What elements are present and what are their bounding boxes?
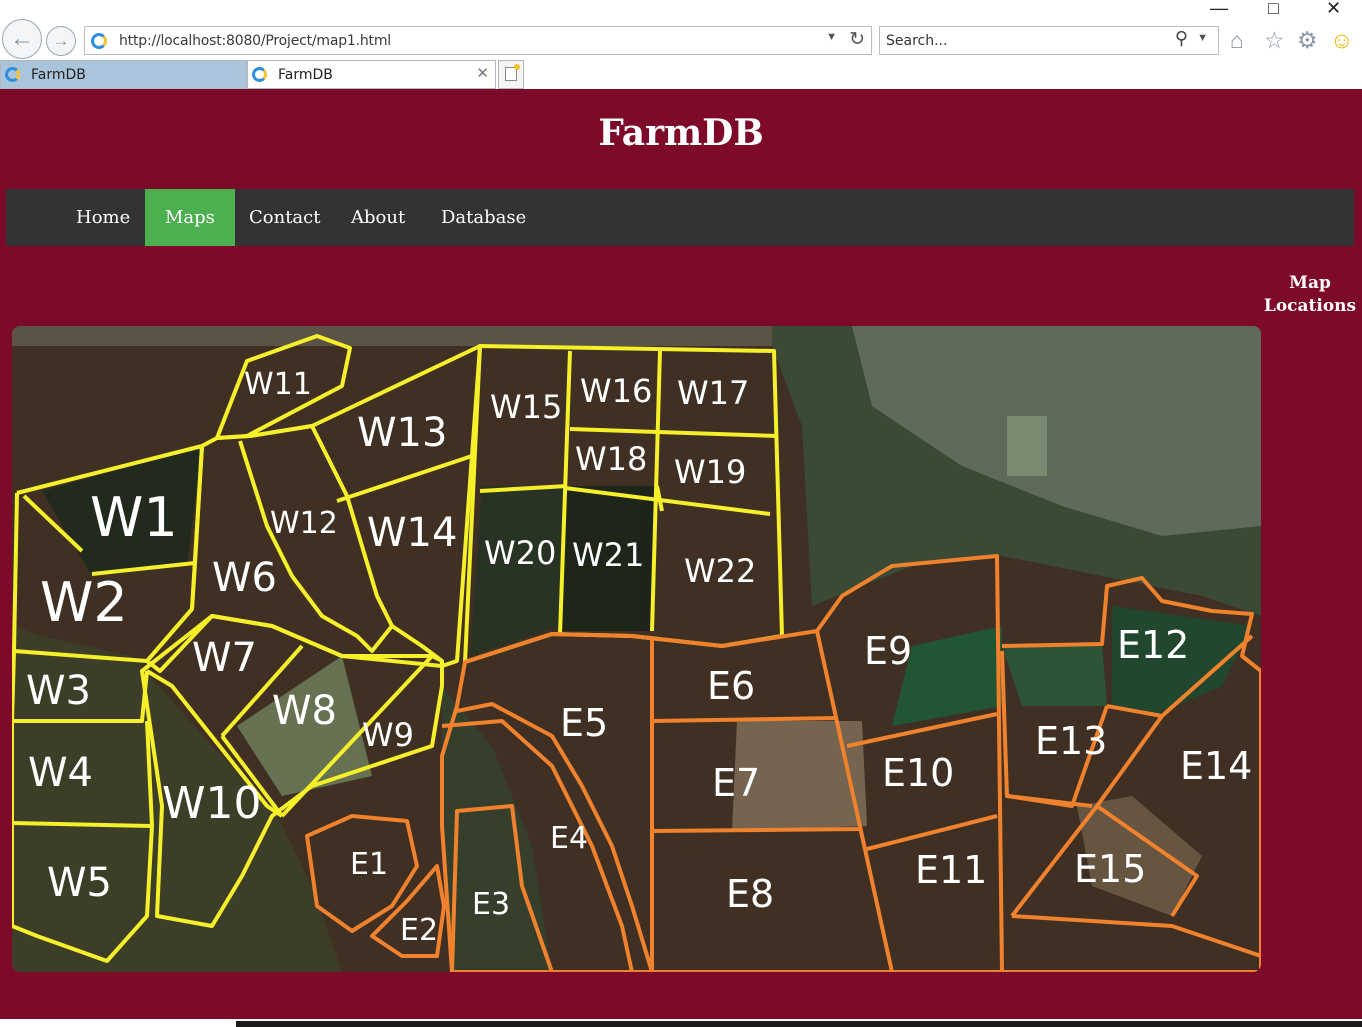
smiley-icon[interactable]: ☺ [1330, 26, 1353, 54]
plot-label[interactable]: W18 [575, 440, 647, 478]
plot-label[interactable]: W19 [674, 453, 746, 491]
maximize-button[interactable]: □ [1268, 0, 1279, 19]
plot-label[interactable]: E10 [882, 751, 954, 795]
star-icon[interactable]: ☆ [1264, 26, 1285, 54]
plot-label[interactable]: W2 [40, 571, 128, 634]
tab-label: FarmDB [31, 67, 86, 83]
plot-label[interactable]: E2 [400, 913, 438, 948]
plot-label[interactable]: W11 [244, 367, 312, 402]
browser-tab[interactable]: FarmDB [0, 60, 247, 89]
plot-label[interactable]: W3 [26, 668, 91, 714]
arrow-right-icon: → [52, 31, 70, 50]
farm-map-svg: W1 W2 W3 W4 W5 W6 W7 W8 W9 W10 W11 W12 W… [12, 326, 1261, 972]
address-bar[interactable]: http://localhost:8080/Project/map1.html … [84, 26, 872, 55]
search-box[interactable]: ⚲ ▼ [879, 26, 1219, 55]
plot-label[interactable]: W10 [162, 778, 262, 829]
plot-label[interactable]: E3 [472, 887, 510, 922]
close-window-button[interactable]: ✕ [1326, 0, 1341, 19]
tab-strip: FarmDB FarmDB ✕ [0, 60, 1362, 89]
plot-label[interactable]: W5 [47, 860, 112, 906]
plot-label[interactable]: W12 [270, 506, 338, 541]
search-icon[interactable]: ⚲ [1175, 28, 1188, 49]
plot-label[interactable]: E7 [712, 761, 760, 805]
plot-label[interactable]: E12 [1117, 623, 1189, 667]
plot-label[interactable]: W8 [272, 688, 337, 734]
new-tab-icon [505, 64, 520, 81]
plot-label[interactable]: E6 [707, 664, 755, 708]
minimize-button[interactable]: — [1210, 0, 1228, 19]
new-tab-button[interactable] [498, 60, 524, 89]
plot-label[interactable]: E11 [915, 848, 987, 892]
plot-label[interactable]: E4 [550, 821, 588, 856]
forward-button[interactable]: → [46, 26, 76, 56]
plot-label[interactable]: E13 [1035, 719, 1107, 763]
ie-icon [5, 67, 20, 82]
plot-label[interactable]: W4 [28, 750, 93, 796]
plot-label[interactable]: W9 [362, 716, 414, 754]
address-url[interactable]: http://localhost:8080/Project/map1.html [119, 33, 391, 49]
map-field-track [1007, 416, 1047, 476]
plot-label[interactable]: W17 [677, 374, 749, 412]
plot-label[interactable]: W20 [484, 534, 556, 572]
nav-item-database[interactable]: Database [421, 189, 546, 246]
plot-label[interactable]: E14 [1180, 744, 1252, 788]
plot-label[interactable]: W16 [580, 372, 652, 410]
chevron-down-icon[interactable]: ▼ [1197, 32, 1208, 44]
refresh-icon[interactable]: ↻ [849, 28, 865, 51]
plot-label[interactable]: E1 [350, 847, 388, 882]
plot-label[interactable]: W14 [367, 510, 457, 556]
chevron-down-icon[interactable]: ▼ [826, 31, 837, 43]
nav-item-contact[interactable]: Contact [229, 189, 340, 246]
plot-label[interactable]: W22 [684, 552, 756, 590]
home-icon[interactable]: ⌂ [1230, 26, 1244, 54]
close-tab-icon[interactable]: ✕ [476, 64, 489, 82]
plot-label[interactable]: W15 [490, 388, 562, 426]
plot-label[interactable]: W1 [90, 486, 178, 549]
plot-label[interactable]: E5 [560, 701, 608, 745]
plot-label[interactable]: W13 [357, 410, 447, 456]
page-title: FarmDB [598, 112, 764, 154]
ie-icon [91, 33, 107, 49]
arrow-left-icon: ← [10, 25, 34, 52]
ie-icon [252, 67, 267, 82]
farm-map[interactable]: W1 W2 W3 W4 W5 W6 W7 W8 W9 W10 W11 W12 W… [12, 326, 1261, 972]
nav-item-maps[interactable]: Maps [145, 189, 235, 246]
map-locations-heading: Map Locations [1263, 273, 1357, 316]
taskbar-strip [236, 1021, 1362, 1027]
browser-tab-active[interactable]: FarmDB ✕ [247, 60, 496, 89]
plot-label[interactable]: W7 [192, 635, 257, 681]
navbar: Home Maps Contact About Database [6, 189, 1354, 246]
plot-label[interactable]: W21 [572, 536, 644, 574]
nav-item-about[interactable]: About [331, 189, 425, 246]
browser-chrome: ← → http://localhost:8080/Project/map1.h… [0, 0, 1362, 89]
taskbar-edge [0, 1019, 1362, 1027]
gear-icon[interactable]: ⚙ [1297, 26, 1318, 54]
search-input[interactable] [886, 30, 1156, 51]
plot-label[interactable]: E15 [1074, 847, 1146, 891]
nav-item-home[interactable]: Home [56, 189, 150, 246]
back-button[interactable]: ← [2, 19, 42, 59]
plot-label[interactable]: W6 [212, 555, 277, 601]
plot-label[interactable]: E9 [864, 629, 912, 673]
plot-label[interactable]: E8 [726, 872, 774, 916]
tab-label: FarmDB [278, 67, 333, 83]
